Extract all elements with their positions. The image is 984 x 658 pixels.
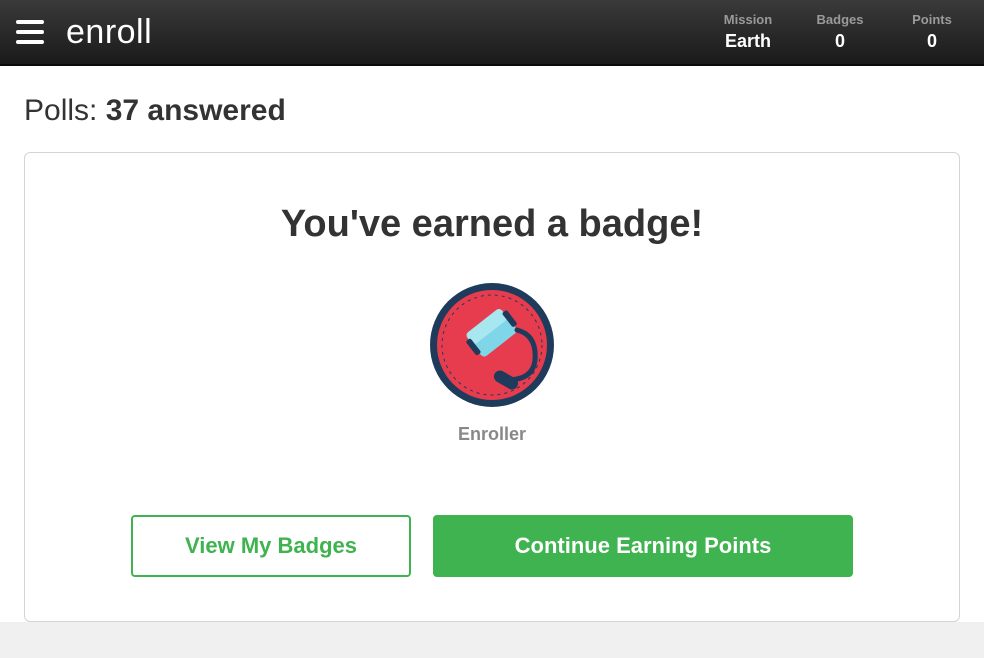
badge-icon bbox=[427, 280, 557, 410]
mission-stat: Mission Earth bbox=[720, 12, 776, 52]
badges-value: 0 bbox=[812, 31, 868, 52]
header-stats: Mission Earth Badges 0 Points 0 bbox=[720, 12, 972, 52]
main-content: Polls: 37 answered You've earned a badge… bbox=[0, 66, 984, 622]
badge-earned-card: You've earned a badge! Enroller bbox=[24, 152, 960, 622]
mission-label: Mission bbox=[720, 12, 776, 27]
continue-earning-points-button[interactable]: Continue Earning Points bbox=[433, 515, 853, 577]
polls-prefix: Polls: bbox=[24, 94, 106, 127]
hamburger-menu-icon[interactable] bbox=[12, 16, 48, 48]
points-label: Points bbox=[904, 12, 960, 27]
button-row: View My Badges Continue Earning Points bbox=[65, 515, 919, 577]
card-title: You've earned a badge! bbox=[65, 203, 919, 246]
polls-heading: Polls: 37 answered bbox=[24, 94, 960, 128]
header-left: enroll bbox=[12, 13, 152, 52]
mission-value: Earth bbox=[720, 31, 776, 52]
points-stat: Points 0 bbox=[904, 12, 960, 52]
view-my-badges-button[interactable]: View My Badges bbox=[131, 515, 411, 577]
badges-stat: Badges 0 bbox=[812, 12, 868, 52]
polls-count: 37 answered bbox=[106, 94, 286, 127]
app-logo[interactable]: enroll bbox=[66, 13, 152, 52]
top-header: enroll Mission Earth Badges 0 Points 0 bbox=[0, 0, 984, 66]
badge-name-label: Enroller bbox=[65, 424, 919, 445]
badges-label: Badges bbox=[812, 12, 868, 27]
points-value: 0 bbox=[904, 31, 960, 52]
